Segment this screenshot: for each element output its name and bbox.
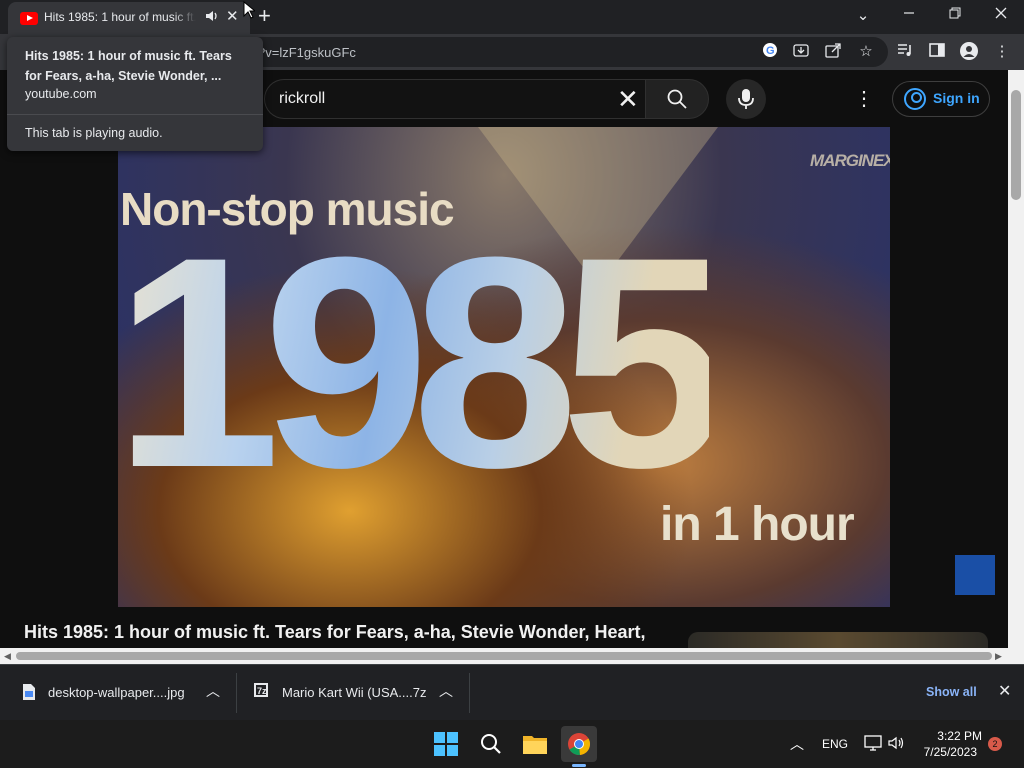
download-item[interactable]: desktop-wallpaper....jpg ︿ <box>0 665 236 721</box>
restore-icon[interactable] <box>940 6 970 23</box>
archive-file-icon: 7z <box>254 683 268 697</box>
search-button[interactable] <box>645 79 709 119</box>
hover-card-domain: youtube.com <box>25 87 97 101</box>
show-all-downloads-button[interactable]: Show all <box>926 685 977 699</box>
vertical-scrollbar[interactable] <box>1008 70 1024 648</box>
search-icon <box>667 89 687 109</box>
download-filename: desktop-wallpaper....jpg <box>48 685 185 700</box>
more-options-icon[interactable]: ⋮ <box>852 86 876 111</box>
account-icon <box>904 88 926 110</box>
minimize-icon[interactable] <box>894 6 924 23</box>
address-url[interactable]: ?v=lzF1gskuGFc <box>258 45 356 60</box>
video-player[interactable]: MARGINEX Non-stop music 1985 in 1 hour <box>118 127 890 607</box>
search-input[interactable]: rickroll ✕ <box>264 79 646 119</box>
input-language[interactable]: ENG <box>822 737 848 751</box>
sign-in-button[interactable]: Sign in <box>892 81 990 117</box>
youtube-page: rickroll ✕ ⋮ Sign in MARGINEX Non-stop m… <box>0 70 1008 648</box>
taskbar-search-icon[interactable] <box>473 726 509 762</box>
microphone-icon <box>738 89 754 109</box>
download-shelf: desktop-wallpaper....jpg ︿ 7z Mario Kart… <box>0 664 1024 720</box>
tab-strip: Hits 1985: 1 hour of music ft. Tears for… <box>0 0 1024 34</box>
start-windows-icon[interactable] <box>428 726 464 762</box>
svg-text:7z: 7z <box>257 686 267 696</box>
channel-watermark-badge[interactable] <box>955 555 995 595</box>
media-control-icon[interactable] <box>895 42 915 62</box>
windows-taskbar: ︿ ENG 3:22 PM 7/25/2023 <box>0 720 1024 768</box>
file-explorer-icon[interactable] <box>517 726 553 762</box>
tab-title: Hits 1985: 1 hour of music ft. Tears for… <box>44 10 196 24</box>
clock-date[interactable]: 7/25/2023 <box>921 745 977 759</box>
speaker-icon[interactable] <box>204 9 218 26</box>
scroll-left-arrow-icon[interactable]: ◀ <box>4 651 11 662</box>
clear-search-icon[interactable]: ✕ <box>617 85 639 113</box>
chrome-menu-icon[interactable]: ⋮ <box>992 42 1012 62</box>
show-hidden-icons-chevron-icon[interactable]: ︿ <box>790 734 804 754</box>
volume-icon[interactable] <box>888 735 904 756</box>
browser-tab[interactable]: Hits 1985: 1 hour of music ft. Tears for… <box>8 2 250 34</box>
new-tab-plus-icon[interactable]: + <box>258 4 271 28</box>
side-panel-icon[interactable] <box>927 42 947 62</box>
share-icon[interactable] <box>823 42 843 62</box>
window-close-icon[interactable] <box>986 6 1016 23</box>
voice-search-button[interactable] <box>726 79 766 119</box>
search-query[interactable]: rickroll <box>279 90 325 108</box>
youtube-favicon-icon <box>20 12 38 25</box>
download-options-chevron-icon[interactable]: ︿ <box>439 681 453 701</box>
hover-card-divider <box>7 114 263 115</box>
network-icon[interactable] <box>864 735 882 756</box>
video-watermark-logo: MARGINEX <box>810 151 890 170</box>
hover-card-audio-status: This tab is playing audio. <box>25 126 163 140</box>
video-overlay-duration: in 1 hour <box>660 498 855 551</box>
video-title: Hits 1985: 1 hour of music ft. Tears for… <box>24 622 646 642</box>
tab-search-chevron-icon[interactable]: ⌄ <box>848 6 878 24</box>
download-options-chevron-icon[interactable]: ︿ <box>206 681 220 701</box>
notification-count-badge[interactable]: 2 <box>988 737 1002 751</box>
close-download-shelf-icon[interactable]: ✕ <box>998 681 1011 701</box>
google-lens-icon[interactable]: G <box>760 42 780 62</box>
hover-card-title: Hits 1985: 1 hour of music ft. Tears for… <box>25 49 232 83</box>
video-overlay-year: 1985 <box>118 212 727 512</box>
vertical-scroll-thumb[interactable] <box>1011 90 1021 200</box>
clock-time[interactable]: 3:22 PM <box>932 729 982 743</box>
recommended-video-thumbnail[interactable] <box>688 632 988 648</box>
sign-in-label: Sign in <box>933 90 980 106</box>
profile-icon[interactable] <box>959 42 979 62</box>
svg-text:G: G <box>766 45 775 57</box>
scroll-right-arrow-icon[interactable]: ▶ <box>995 651 1002 662</box>
horizontal-scroll-thumb[interactable] <box>16 652 992 660</box>
mouse-cursor-icon <box>243 1 255 19</box>
install-app-icon[interactable] <box>791 42 811 62</box>
tab-hover-card: Hits 1985: 1 hour of music ft. Tears for… <box>7 37 263 151</box>
download-divider <box>469 673 470 713</box>
image-file-icon <box>23 684 35 700</box>
bookmark-star-icon[interactable]: ☆ <box>856 42 876 62</box>
horizontal-scrollbar[interactable]: ◀ ▶ <box>0 648 1024 664</box>
tab-close-icon[interactable]: ✕ <box>226 7 239 25</box>
chrome-taskbar-icon[interactable] <box>561 726 597 762</box>
download-item[interactable]: 7z Mario Kart Wii (USA....7z ︿ <box>237 665 469 721</box>
download-filename: Mario Kart Wii (USA....7z <box>282 685 427 700</box>
active-app-indicator <box>572 764 586 767</box>
